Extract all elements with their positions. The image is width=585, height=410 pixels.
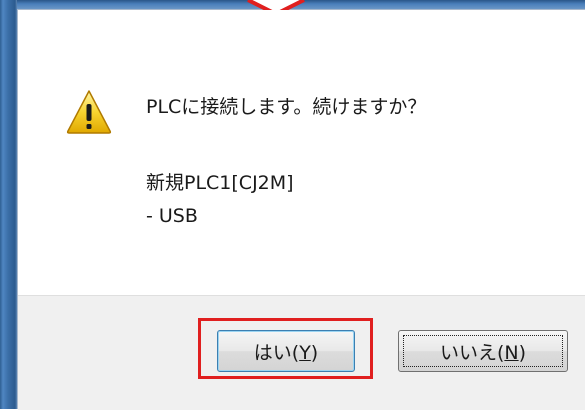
warning-icon (66, 90, 112, 134)
connection-type-label: - USB (146, 205, 198, 227)
dialog-content: PLCに接続します。続けますか？ 新規PLC1[CJ2M] - USB (18, 10, 585, 295)
focus-rectangle (403, 335, 563, 367)
window-frame-left (0, 0, 17, 409)
no-button[interactable]: いいえ(N) (398, 330, 568, 372)
target-device-label: 新規PLC1[CJ2M] (146, 172, 294, 194)
confirm-message: PLCに接続します。続けますか？ (146, 96, 427, 118)
yes-button-highlight (198, 318, 373, 379)
